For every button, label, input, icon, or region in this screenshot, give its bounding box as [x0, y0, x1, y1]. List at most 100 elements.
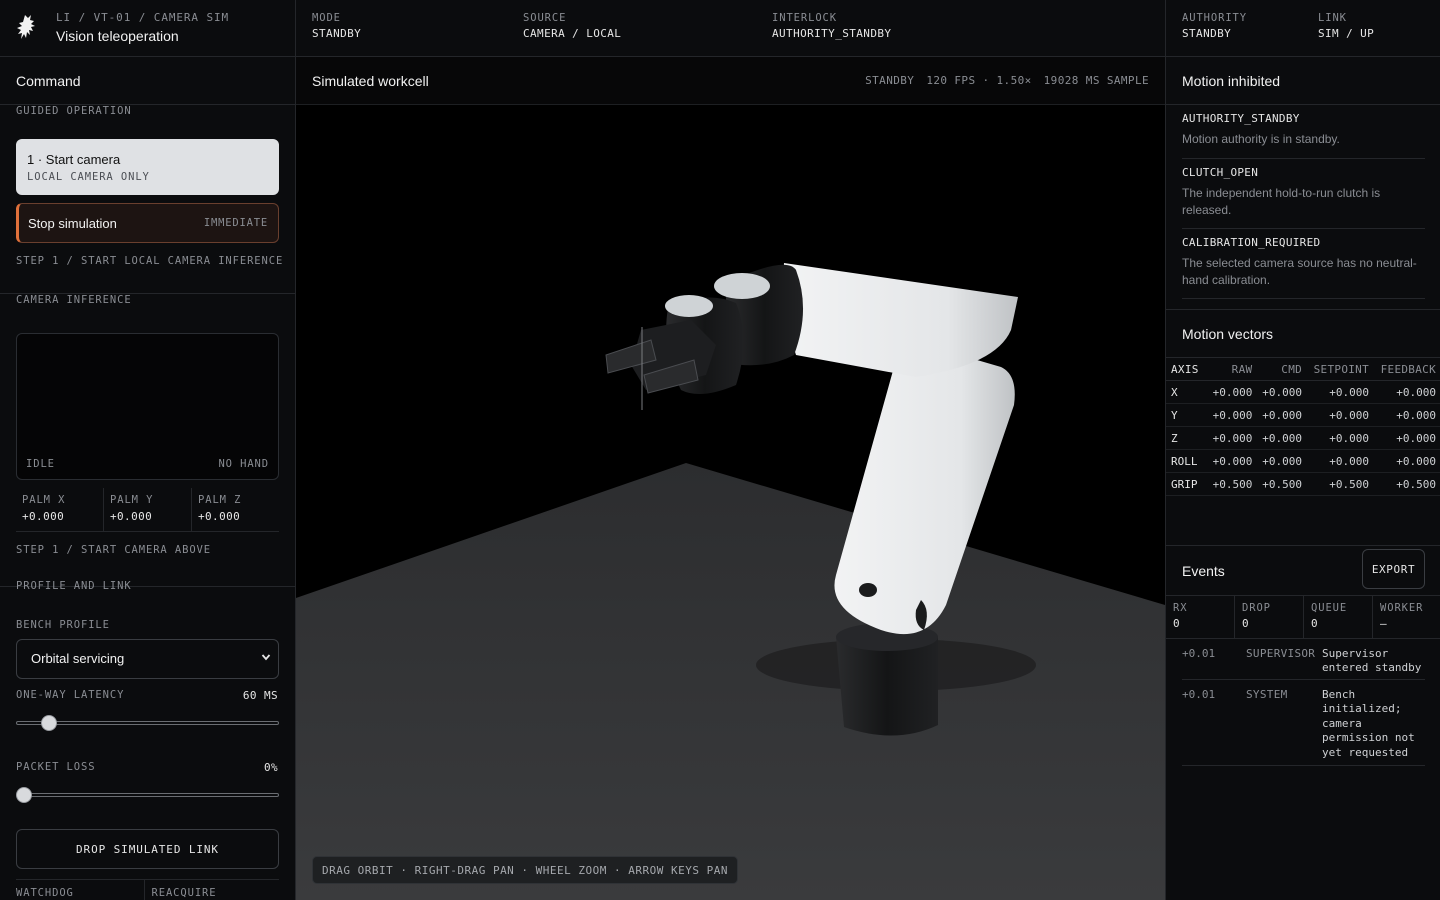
- axis-cell: X: [1166, 380, 1208, 404]
- inhibit-code: CALIBRATION_REQUIRED: [1182, 236, 1321, 249]
- camera-inference-label: CAMERA INFERENCE: [16, 294, 132, 306]
- camera-hint: STEP 1 / START CAMERA ABOVE: [16, 544, 211, 556]
- counter-value: 0: [1173, 617, 1181, 630]
- interlock-value: AUTHORITY_STANDBY: [772, 27, 892, 40]
- palm-x: PALM X +0.000: [16, 488, 104, 531]
- palm-x-value: +0.000: [22, 510, 65, 523]
- lion-logo-icon: [17, 15, 35, 39]
- feedback-cell: +0.000: [1374, 449, 1440, 473]
- guided-operation-label: GUIDED OPERATION: [16, 105, 132, 117]
- table-row: X +0.000 +0.000 +0.000 +0.000: [1166, 380, 1440, 404]
- packet-loss-track: [16, 793, 279, 797]
- viewport-controls-hint: DRAG ORBIT · RIGHT-DRAG PAN · WHEEL ZOOM…: [312, 856, 738, 884]
- profile-and-link-label: PROFILE AND LINK: [16, 580, 132, 592]
- source-field: SOURCE CAMERA / LOCAL: [523, 12, 621, 40]
- drop-link-button[interactable]: DROP SIMULATED LINK: [16, 829, 279, 869]
- setpoint-cell: +0.000: [1307, 380, 1375, 404]
- table-header-row: AXIS RAW CMD SETPOINT FEEDBACK: [1166, 357, 1440, 381]
- cmd-cell: +0.000: [1257, 403, 1308, 427]
- robot-upper-arm: [783, 263, 1018, 377]
- feedback-cell: +0.000: [1374, 426, 1440, 450]
- counter-label: WORKER: [1380, 602, 1424, 614]
- packet-loss-value: 0%: [263, 761, 278, 774]
- column-header: FEEDBACK: [1374, 357, 1440, 381]
- axis-cell: Y: [1166, 403, 1208, 427]
- start-camera-title: 1 · Start camera: [27, 152, 121, 167]
- table-row: Z +0.000 +0.000 +0.000 +0.000: [1166, 426, 1440, 450]
- palm-z: PALM Z +0.000: [192, 488, 279, 531]
- status-panel: Motion inhibited AUTHORITY_STANDBY Motio…: [1165, 57, 1440, 900]
- bench-profile-select[interactable]: Orbital servicing: [16, 639, 279, 679]
- camera-preview: IDLE NO HAND: [16, 333, 279, 480]
- inhibit-desc: The selected camera source has no neutra…: [1182, 256, 1417, 287]
- viewport-stats: STANDBY 120 FPS · 1.50× 19028 MS SAMPLE: [865, 74, 1149, 87]
- mode-value: STANDBY: [312, 27, 362, 40]
- event-time: +0.01: [1182, 647, 1216, 660]
- reacquire-label: REACQUIRE: [143, 880, 280, 900]
- motion-vectors-title: Motion vectors: [1182, 326, 1274, 342]
- viewport-header: Simulated workcell STANDBY 120 FPS · 1.5…: [296, 57, 1165, 105]
- stop-simulation-button[interactable]: Stop simulation IMMEDIATE: [16, 203, 279, 243]
- event-source: SUPERVISOR: [1246, 647, 1316, 660]
- counter-drop: DROP 0: [1235, 596, 1304, 638]
- feedback-cell: +0.500: [1374, 472, 1440, 496]
- viewport-title: Simulated workcell: [312, 73, 429, 89]
- robot-base: [836, 637, 938, 736]
- raw-cell: +0.500: [1207, 472, 1258, 496]
- feedback-cell: +0.000: [1374, 380, 1440, 404]
- bench-profile-value: Orbital servicing: [31, 651, 125, 666]
- packet-loss-thumb[interactable]: [16, 787, 32, 803]
- app-title: Vision teleoperation: [56, 28, 179, 44]
- counter-label: RX: [1173, 602, 1188, 614]
- packet-loss-slider[interactable]: [16, 786, 279, 804]
- event-row: +0.01 SYSTEM Bench initialized; camera p…: [1182, 680, 1425, 766]
- link-value: SIM / UP: [1318, 27, 1375, 40]
- robot-arm-scene[interactable]: [296, 105, 1165, 900]
- link-field: LINK SIM / UP: [1318, 12, 1374, 40]
- palm-z-value: +0.000: [198, 510, 241, 523]
- setpoint-cell: +0.000: [1307, 426, 1375, 450]
- latency-thumb[interactable]: [40, 715, 57, 731]
- setpoint-cell: +0.000: [1307, 449, 1375, 473]
- table-row: Y +0.000 +0.000 +0.000 +0.000: [1166, 403, 1440, 427]
- start-camera-button[interactable]: 1 · Start camera LOCAL CAMERA ONLY: [16, 139, 279, 195]
- workcell-viewport: Simulated workcell STANDBY 120 FPS · 1.5…: [296, 57, 1165, 900]
- link-label: LINK: [1318, 12, 1347, 24]
- palm-x-label: PALM X: [22, 494, 66, 506]
- event-row: +0.01 SUPERVISOR Supervisor entered stan…: [1182, 639, 1425, 680]
- interlock-field: INTERLOCK AUTHORITY_STANDBY: [772, 12, 891, 40]
- palm-y-label: PALM Y: [110, 494, 154, 506]
- latency-value: 60 MS: [242, 689, 278, 702]
- latency-label: ONE-WAY LATENCY: [16, 689, 125, 701]
- event-source: SYSTEM: [1246, 688, 1288, 701]
- raw-cell: +0.000: [1207, 380, 1258, 404]
- camera-state: IDLE: [26, 458, 55, 470]
- axis-cell: ROLL: [1166, 449, 1208, 473]
- inhibit-desc: The independent hold-to-run clutch is re…: [1182, 186, 1381, 217]
- cmd-cell: +0.000: [1257, 380, 1308, 404]
- column-header: RAW: [1207, 357, 1258, 381]
- latency-slider[interactable]: [16, 714, 279, 732]
- chevron-down-icon: [261, 654, 271, 661]
- source-value: CAMERA / LOCAL: [523, 27, 622, 40]
- table-row: GRIP +0.500 +0.500 +0.500 +0.500: [1166, 472, 1440, 496]
- axis-cell: GRIP: [1166, 472, 1208, 496]
- palm-y: PALM Y +0.000: [104, 488, 192, 531]
- column-header: SETPOINT: [1307, 357, 1375, 381]
- axis-cell: Z: [1166, 426, 1208, 450]
- counter-label: QUEUE: [1311, 602, 1348, 614]
- step-hint: STEP 1 / START LOCAL CAMERA INFERENCE: [16, 255, 284, 267]
- feedback-cell: +0.000: [1374, 403, 1440, 427]
- authority-label: AUTHORITY: [1182, 12, 1247, 24]
- event-time: +0.01: [1182, 688, 1216, 701]
- watchdog-label: WATCHDOG: [16, 887, 74, 899]
- top-bar: LI / VT-01 / CAMERA SIM Vision teleopera…: [0, 0, 1440, 57]
- column-header: CMD: [1257, 357, 1308, 381]
- column-header: AXIS: [1166, 357, 1208, 381]
- viewport-fps: 120 FPS · 1.50×: [926, 74, 1032, 87]
- export-button[interactable]: EXPORT: [1362, 549, 1425, 589]
- table-row: ROLL +0.000 +0.000 +0.000 +0.000: [1166, 449, 1440, 473]
- inhibit-code: AUTHORITY_STANDBY: [1182, 112, 1300, 125]
- motion-inhibited-title: Motion inhibited: [1166, 57, 1440, 105]
- raw-cell: +0.000: [1207, 449, 1258, 473]
